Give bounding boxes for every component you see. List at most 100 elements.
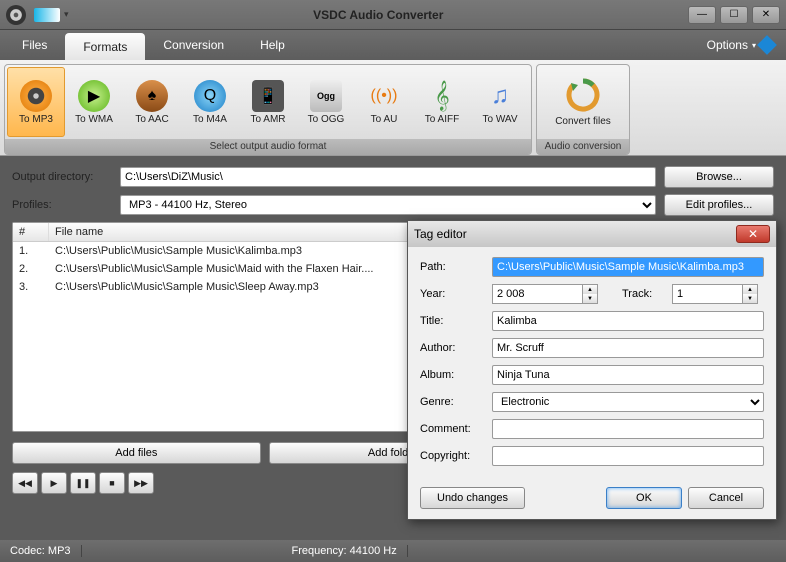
browse-button[interactable]: Browse...: [664, 166, 774, 188]
convert-label: Convert files: [555, 116, 611, 127]
menu-bar: Files Formats Conversion Help Options ▾: [0, 30, 786, 60]
year-label: Year:: [420, 288, 486, 300]
format-label: To M4A: [193, 114, 227, 125]
format-label: To AAC: [135, 114, 168, 125]
title-input[interactable]: [492, 311, 764, 331]
forward-button[interactable]: ▶▶: [128, 472, 154, 494]
genre-label: Genre:: [420, 396, 486, 408]
ribbon: To MP3 ▶ To WMA ♠ To AAC Q To M4A 📱 To A…: [0, 60, 786, 156]
path-label: Path:: [420, 261, 486, 273]
status-codec: Codec: MP3: [0, 545, 82, 557]
aiff-icon: 𝄞: [426, 80, 458, 112]
track-spinner[interactable]: ▲▼: [672, 284, 758, 304]
format-label: To AIFF: [425, 114, 459, 125]
convert-icon: [565, 77, 601, 113]
ribbon-group-formats-label: Select output audio format: [5, 139, 531, 154]
status-frequency: Frequency: 44100 Hz: [282, 545, 408, 557]
rewind-button[interactable]: ◀◀: [12, 472, 38, 494]
format-aac-button[interactable]: ♠ To AAC: [123, 67, 181, 137]
menu-files[interactable]: Files: [4, 30, 65, 60]
minimize-button[interactable]: —: [688, 6, 716, 24]
copyright-input[interactable]: [492, 446, 764, 466]
output-dir-input[interactable]: [120, 167, 656, 187]
help-diamond-icon[interactable]: [757, 35, 777, 55]
quick-access-icon[interactable]: [34, 8, 60, 22]
profiles-label: Profiles:: [12, 199, 112, 211]
au-icon: ((•)): [368, 80, 400, 112]
add-files-button[interactable]: Add files: [12, 442, 261, 464]
year-input[interactable]: [492, 284, 582, 304]
edit-profiles-button[interactable]: Edit profiles...: [664, 194, 774, 216]
ogg-icon: Ogg: [310, 80, 342, 112]
ribbon-group-convert-label: Audio conversion: [537, 139, 629, 154]
format-label: To WMA: [75, 114, 113, 125]
menu-formats[interactable]: Formats: [65, 33, 145, 60]
titlebar: ▾ VSDC Audio Converter — ☐ ✕: [0, 0, 786, 30]
options-label: Options: [707, 38, 748, 52]
wma-icon: ▶: [78, 80, 110, 112]
comment-label: Comment:: [420, 423, 486, 435]
ribbon-group-formats: To MP3 ▶ To WMA ♠ To AAC Q To M4A 📱 To A…: [4, 64, 532, 155]
wav-icon: ♫: [484, 80, 516, 112]
row-number: 1.: [13, 244, 49, 258]
track-input[interactable]: [672, 284, 742, 304]
path-input[interactable]: [492, 257, 764, 277]
format-mp3-button[interactable]: To MP3: [7, 67, 65, 137]
year-down-icon[interactable]: ▼: [583, 294, 597, 303]
year-up-icon[interactable]: ▲: [583, 285, 597, 294]
format-ogg-button[interactable]: Ogg To OGG: [297, 67, 355, 137]
tag-editor-dialog: Tag editor ✕ Path: Year: ▲▼ Track: ▲▼ Ti…: [407, 220, 777, 520]
close-button[interactable]: ✕: [752, 6, 780, 24]
format-label: To WAV: [482, 114, 517, 125]
format-au-button[interactable]: ((•)) To AU: [355, 67, 413, 137]
undo-changes-button[interactable]: Undo changes: [420, 487, 525, 509]
comment-input[interactable]: [492, 419, 764, 439]
album-input[interactable]: [492, 365, 764, 385]
menu-options[interactable]: Options ▾: [699, 30, 782, 60]
menu-help[interactable]: Help: [242, 30, 303, 60]
track-label: Track:: [622, 288, 666, 300]
format-amr-button[interactable]: 📱 To AMR: [239, 67, 297, 137]
window-title: VSDC Audio Converter: [69, 8, 688, 22]
title-label: Title:: [420, 315, 486, 327]
format-m4a-button[interactable]: Q To M4A: [181, 67, 239, 137]
play-button[interactable]: ▶: [41, 472, 67, 494]
dialog-title: Tag editor: [414, 227, 736, 241]
author-label: Author:: [420, 342, 486, 354]
status-bar: Codec: MP3 Frequency: 44100 Hz: [0, 540, 786, 562]
aac-icon: ♠: [136, 80, 168, 112]
ok-button[interactable]: OK: [606, 487, 682, 509]
year-spinner[interactable]: ▲▼: [492, 284, 598, 304]
stop-button[interactable]: ■: [99, 472, 125, 494]
dialog-close-button[interactable]: ✕: [736, 225, 770, 243]
format-label: To AMR: [250, 114, 285, 125]
format-label: To OGG: [308, 114, 345, 125]
format-wma-button[interactable]: ▶ To WMA: [65, 67, 123, 137]
amr-icon: 📱: [252, 80, 284, 112]
convert-files-button[interactable]: Convert files: [539, 67, 627, 137]
app-icon: [6, 5, 26, 25]
row-number: 3.: [13, 280, 49, 294]
format-aiff-button[interactable]: 𝄞 To AIFF: [413, 67, 471, 137]
format-wav-button[interactable]: ♫ To WAV: [471, 67, 529, 137]
output-dir-label: Output directory:: [12, 171, 112, 183]
dialog-titlebar[interactable]: Tag editor ✕: [408, 221, 776, 247]
track-up-icon[interactable]: ▲: [743, 285, 757, 294]
track-down-icon[interactable]: ▼: [743, 294, 757, 303]
maximize-button[interactable]: ☐: [720, 6, 748, 24]
col-number-header[interactable]: #: [13, 223, 49, 241]
m4a-icon: Q: [194, 80, 226, 112]
menu-conversion[interactable]: Conversion: [145, 30, 242, 60]
mp3-icon: [20, 80, 52, 112]
album-label: Album:: [420, 369, 486, 381]
ribbon-group-convert: Convert files Audio conversion: [536, 64, 630, 155]
format-label: To AU: [371, 114, 398, 125]
cancel-button[interactable]: Cancel: [688, 487, 764, 509]
author-input[interactable]: [492, 338, 764, 358]
profiles-select[interactable]: MP3 - 44100 Hz, Stereo: [120, 195, 656, 215]
chevron-down-icon: ▾: [752, 41, 756, 50]
copyright-label: Copyright:: [420, 450, 486, 462]
format-label: To MP3: [19, 114, 53, 125]
genre-select[interactable]: Electronic: [492, 392, 764, 412]
pause-button[interactable]: ❚❚: [70, 472, 96, 494]
